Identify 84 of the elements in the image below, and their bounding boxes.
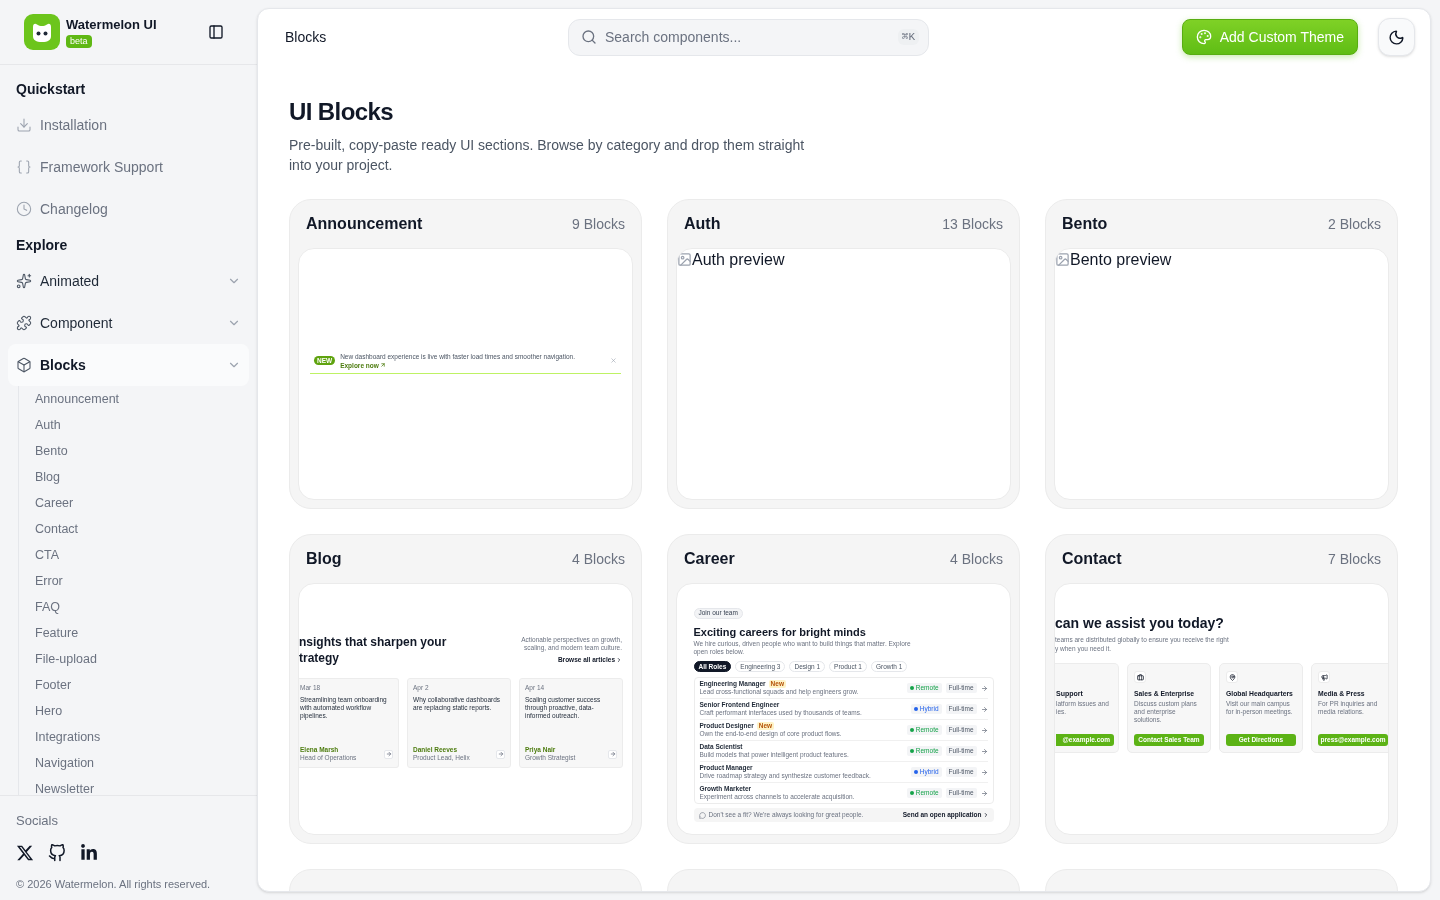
cube-icon (16, 357, 32, 373)
nav-link[interactable]: Installation (16, 104, 241, 146)
image-icon (677, 252, 692, 267)
palette-icon (1195, 29, 1212, 45)
sub-nav-link[interactable]: Error (35, 568, 241, 594)
category-card[interactable] (1045, 534, 1398, 844)
arrow-icon[interactable] (980, 789, 988, 797)
clock-icon (16, 201, 32, 217)
card-title: Bento (1062, 214, 1108, 234)
briefcase-icon (1134, 671, 1146, 683)
brand-name: Watermelon UI (66, 16, 157, 33)
page-title: UI Blocks (289, 97, 394, 127)
sub-nav-link[interactable]: Announcement (35, 386, 241, 412)
sub-nav-link[interactable]: Footer (35, 672, 241, 698)
sub-nav-link[interactable]: File-upload (35, 646, 241, 672)
sub-nav-link[interactable]: Blog (35, 464, 241, 490)
category-card[interactable]: Auth 13 Blocks Auth preview (667, 199, 1020, 509)
card-title: Blog (306, 549, 342, 569)
nav-link[interactable]: Changelog (16, 188, 241, 230)
arrow-icon[interactable] (980, 747, 988, 755)
sub-nav-link[interactable]: Navigation (35, 750, 241, 776)
image-alt-text: Auth preview (692, 250, 785, 270)
arrow-icon[interactable] (980, 726, 988, 734)
card-title: Auth (684, 214, 721, 234)
copyright-text: © 2026 Watermelon. All rights reserved. (16, 877, 212, 892)
block-count: 9 Blocks (572, 214, 625, 234)
card-title: Announcement (306, 214, 423, 234)
category-card[interactable] (289, 534, 642, 844)
arrow-icon[interactable] (980, 684, 988, 692)
sub-nav-link[interactable]: Bento (35, 438, 241, 464)
arrow-icon[interactable] (980, 768, 988, 776)
x-logo-icon[interactable] (16, 844, 34, 862)
block-count: 2 Blocks (1328, 214, 1381, 234)
image-icon (1055, 252, 1070, 267)
page-description: Pre-built, copy-paste ready UI sections. Browse by category and drop them straight into your project. (289, 136, 806, 175)
card-title: Career (684, 549, 735, 569)
sub-nav-link[interactable]: Integrations (35, 724, 241, 750)
block-count: 13 Blocks (942, 214, 1003, 234)
panel-icon[interactable] (208, 24, 224, 40)
linkedin-logo-icon[interactable] (80, 844, 98, 862)
chevron-icon (616, 657, 622, 663)
category-card[interactable]: Bento 2 Blocks Bento preview (1045, 199, 1398, 509)
theme-toggle-button[interactable] (1378, 18, 1415, 56)
nav-group-button[interactable]: Blocks (8, 344, 249, 386)
arrow-icon (379, 362, 386, 368)
section-heading: Quickstart (16, 80, 87, 99)
download-icon (16, 117, 32, 133)
sub-nav-link[interactable]: CTA (35, 542, 241, 568)
moon-icon (1388, 28, 1405, 46)
contact-heading: can we assist you today? (1055, 614, 1225, 632)
sub-nav-link[interactable]: Feature (35, 620, 241, 646)
nav-link[interactable]: Framework Support (16, 146, 241, 188)
careers-heading: Exciting careers for bright minds (693, 625, 867, 639)
close-icon[interactable] (610, 357, 617, 364)
sub-nav-link[interactable]: Career (35, 490, 241, 516)
image-alt-text: Bento preview (1070, 250, 1172, 270)
page-breadcrumb: Blocks (285, 27, 328, 47)
sub-nav-link[interactable]: Auth (35, 412, 241, 438)
block-count: 4 Blocks (572, 549, 625, 569)
nav-group-button[interactable]: Component (8, 302, 249, 344)
sub-nav-link[interactable]: Newsletter (35, 776, 241, 795)
sub-nav-link[interactable]: Hero (35, 698, 241, 724)
sparkles-icon (16, 273, 32, 289)
category-card[interactable] (667, 534, 1020, 844)
logo-icon (24, 14, 60, 50)
megaphone-icon (1318, 671, 1330, 683)
search-icon (581, 28, 597, 45)
chevron-icon (982, 812, 989, 818)
sub-nav-link[interactable]: Contact (35, 516, 241, 542)
socials-heading: Socials (16, 812, 59, 830)
card-title: Contact (1062, 549, 1122, 569)
braces-icon (16, 159, 32, 175)
puzzle-icon (16, 315, 32, 331)
block-count: 4 Blocks (950, 549, 1003, 569)
sub-nav-link[interactable]: FAQ (35, 594, 241, 620)
nav-group-button[interactable]: Animated (8, 260, 249, 302)
beta-badge: beta (66, 34, 92, 48)
blog-heading: nsights that sharpen your trategy (299, 634, 447, 666)
github-logo-icon[interactable] (48, 844, 66, 862)
chat-icon (698, 811, 706, 819)
section-heading: Explore (16, 236, 69, 255)
map-pin-icon (1226, 671, 1238, 683)
block-count: 7 Blocks (1328, 549, 1381, 569)
arrow-icon[interactable] (980, 705, 988, 713)
